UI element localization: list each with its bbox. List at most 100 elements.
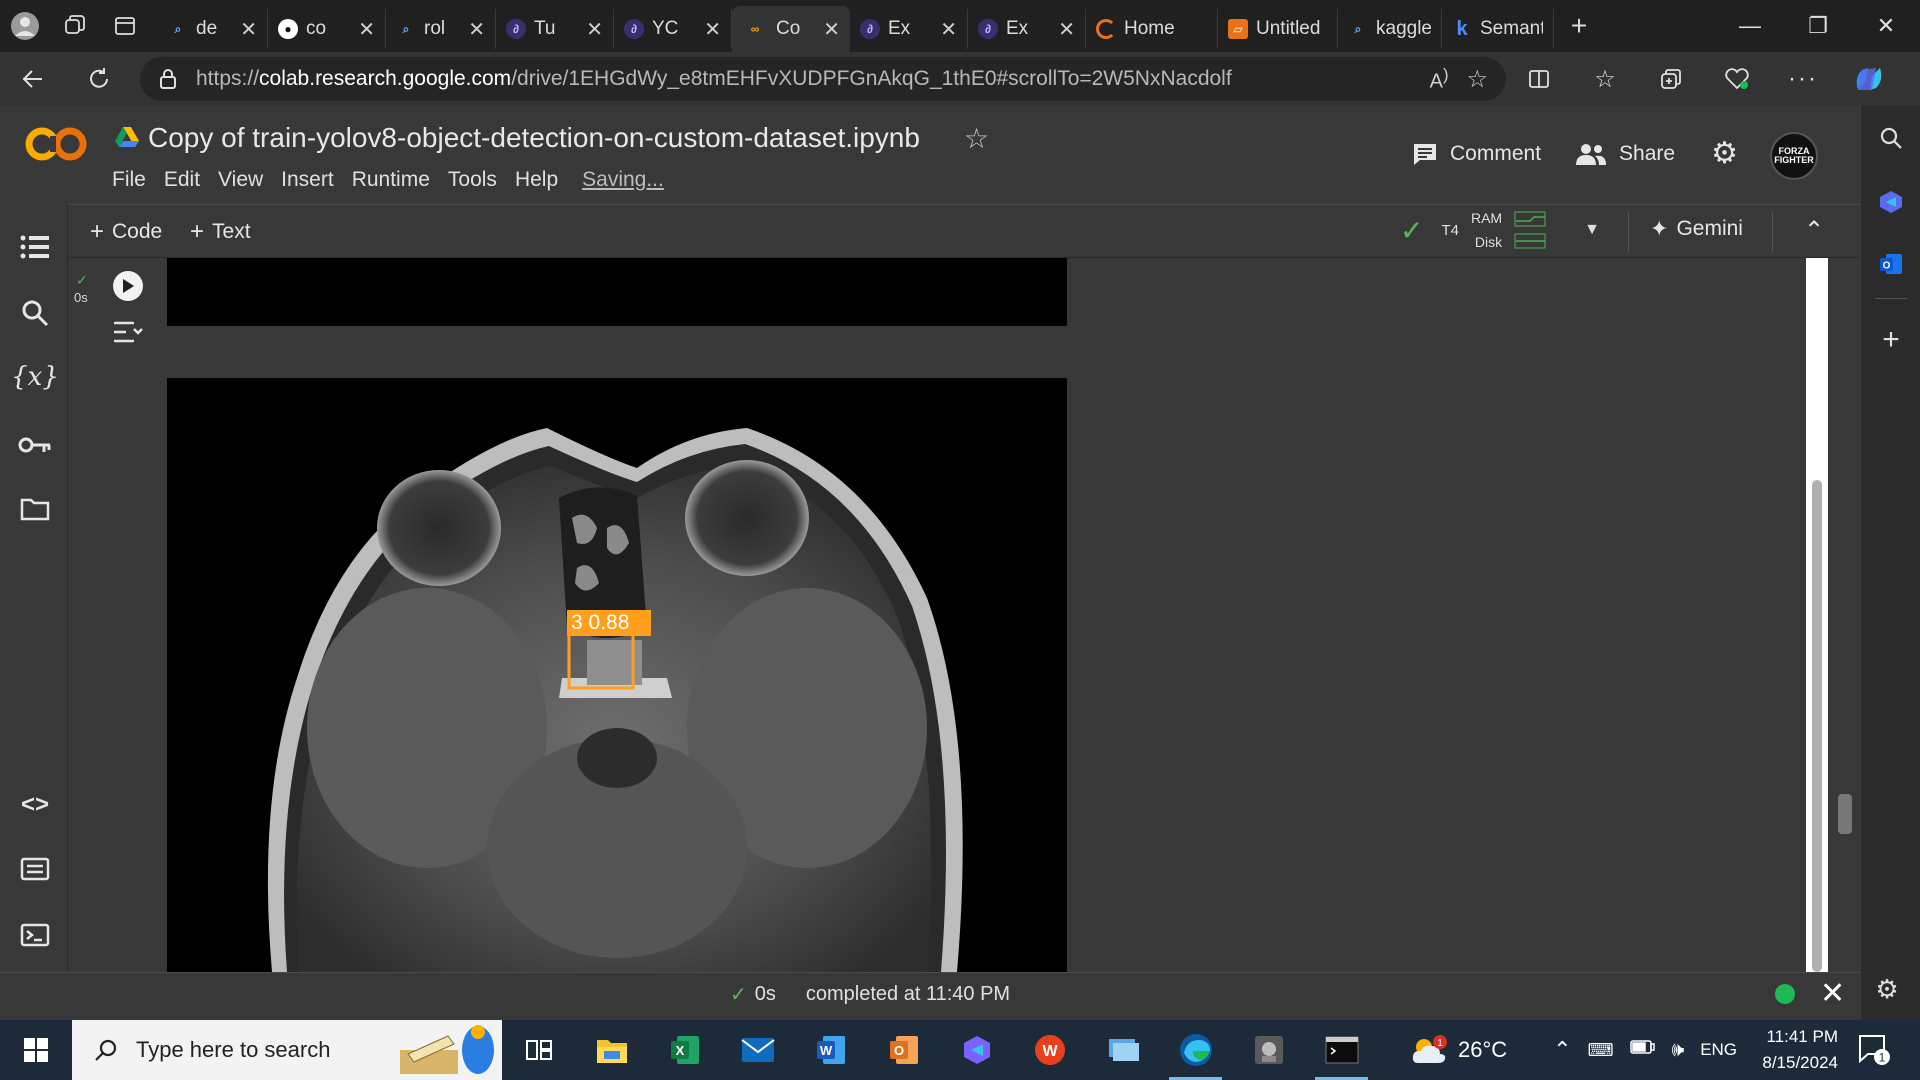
menu-view[interactable]: View — [218, 168, 263, 192]
split-screen-icon[interactable] — [1506, 52, 1572, 106]
connection-status-dot[interactable] — [1775, 984, 1795, 1004]
tab-10[interactable]: ▱ Untitled — [1218, 9, 1338, 49]
new-tab-icon[interactable]: + — [1554, 0, 1604, 52]
word-icon[interactable]: W — [794, 1020, 867, 1080]
show-hidden-icons-chevron-icon[interactable]: ⌃ — [1553, 1037, 1571, 1063]
runtime-status[interactable]: ✓ T4 RAM Disk ▼ — [1400, 206, 1600, 254]
close-tab-icon[interactable]: ✕ — [468, 17, 485, 42]
menu-file[interactable]: File — [112, 168, 146, 192]
collections-icon[interactable] — [1638, 52, 1704, 106]
user-avatar[interactable]: FORZA FIGHTER — [1770, 132, 1818, 180]
remote-desktop-icon[interactable] — [1086, 1020, 1159, 1080]
edge-browser-icon[interactable] — [1159, 1020, 1232, 1080]
command-palette-icon[interactable] — [18, 852, 52, 886]
command-prompt-icon[interactable] — [1305, 1020, 1378, 1080]
tab-8[interactable]: ∂ Ex ✕ — [968, 9, 1086, 49]
variables-icon[interactable]: {x} — [11, 360, 59, 394]
sidebar-search-icon[interactable] — [1875, 122, 1907, 154]
refresh-button[interactable] — [66, 52, 132, 106]
search-icon[interactable] — [18, 296, 52, 330]
taskbar-clock[interactable]: 11:41 PM 8/15/2024 — [1738, 1024, 1838, 1076]
close-tab-icon[interactable]: ✕ — [1058, 17, 1075, 42]
profile-icon[interactable] — [0, 0, 50, 52]
mail-icon[interactable] — [721, 1020, 794, 1080]
restore-icon[interactable]: ❐ — [1784, 0, 1852, 52]
volume-icon[interactable]: 🕪 — [1672, 1039, 1685, 1062]
close-tab-icon[interactable]: ✕ — [940, 17, 957, 42]
file-explorer-icon[interactable] — [575, 1020, 648, 1080]
notebook-title[interactable]: Copy of train-yolov8-object-detection-on… — [148, 122, 920, 154]
tab-3[interactable]: ⌕ rol ✕ — [386, 9, 496, 49]
menu-insert[interactable]: Insert — [281, 168, 334, 192]
gemini-button[interactable]: ✦ Gemini — [1650, 216, 1743, 242]
minimize-icon[interactable]: — — [1716, 0, 1784, 52]
favorite-star-icon[interactable]: ☆ — [1466, 65, 1488, 94]
menu-help[interactable]: Help — [515, 168, 558, 192]
outlook-icon[interactable]: O — [1875, 248, 1907, 280]
secrets-key-icon[interactable] — [18, 428, 52, 462]
collapse-header-icon[interactable]: ⌃ — [1804, 216, 1824, 245]
terminal-icon[interactable] — [18, 918, 52, 952]
url-text[interactable]: https://colab.research.google.com/drive/… — [196, 67, 1412, 91]
tab-2[interactable]: ● co ✕ — [268, 9, 386, 49]
share-button[interactable]: Share — [1575, 142, 1675, 166]
back-button[interactable] — [0, 52, 66, 106]
notebook-scrollbar-thumb[interactable] — [1812, 480, 1822, 972]
tab-6-active[interactable]: ∞ Co ✕ — [732, 6, 850, 52]
colab-logo[interactable] — [24, 124, 90, 164]
close-tab-icon[interactable]: ✕ — [240, 17, 257, 42]
workspaces-icon[interactable] — [50, 0, 100, 52]
copilot-sidebar-icon[interactable] — [1875, 186, 1907, 218]
outlook-taskbar-icon[interactable]: O — [867, 1020, 940, 1080]
close-tab-icon[interactable]: ✕ — [586, 17, 603, 42]
runtime-dropdown-icon[interactable]: ▼ — [1584, 221, 1600, 239]
menu-runtime[interactable]: Runtime — [352, 168, 430, 192]
close-tab-icon[interactable]: ✕ — [823, 17, 840, 42]
add-code-button[interactable]: + Code — [90, 218, 162, 246]
windows-start-icon[interactable] — [0, 1020, 72, 1080]
tab-1[interactable]: ⌕ de ✕ — [158, 9, 268, 49]
settings-gear-icon[interactable]: ⚙ — [1711, 136, 1738, 171]
run-cell-button[interactable] — [113, 271, 143, 301]
close-tab-icon[interactable]: ✕ — [704, 17, 721, 42]
saving-status[interactable]: Saving... — [582, 168, 664, 192]
address-bar[interactable]: https://colab.research.google.com/drive/… — [140, 57, 1506, 101]
task-view-icon[interactable] — [502, 1020, 575, 1080]
tab-12[interactable]: k Semant — [1442, 9, 1554, 49]
execution-status[interactable]: ✓ 0s completed at 11:40 PM — [730, 982, 1010, 1007]
copilot-icon[interactable] — [1836, 52, 1902, 106]
close-tab-icon[interactable]: ✕ — [358, 17, 375, 42]
tab-actions-icon[interactable] — [100, 0, 150, 52]
wps-office-icon[interactable]: W — [1013, 1020, 1086, 1080]
touch-keyboard-icon[interactable]: ⌨ — [1588, 1040, 1614, 1061]
table-of-contents-icon[interactable] — [18, 230, 52, 264]
star-notebook-icon[interactable]: ☆ — [964, 122, 989, 155]
app-window-icon[interactable] — [1232, 1020, 1305, 1080]
menu-edit[interactable]: Edit — [164, 168, 200, 192]
lock-icon[interactable] — [158, 68, 178, 90]
battery-icon[interactable] — [1629, 1038, 1656, 1062]
files-folder-icon[interactable] — [18, 492, 52, 526]
google-drive-icon[interactable] — [114, 126, 140, 148]
add-sidebar-app-icon[interactable]: + — [1875, 323, 1907, 356]
code-snippets-icon[interactable]: <> — [18, 788, 52, 822]
tab-4[interactable]: ∂ Tu ✕ — [496, 9, 614, 49]
menu-tools[interactable]: Tools — [448, 168, 497, 192]
more-menu-icon[interactable]: ··· — [1770, 52, 1836, 106]
weather-widget[interactable]: 1 26°C — [1410, 1035, 1507, 1065]
tab-5[interactable]: ∂ YC ✕ — [614, 9, 732, 49]
tab-7[interactable]: ∂ Ex ✕ — [850, 9, 968, 49]
output-options-icon[interactable] — [112, 318, 144, 351]
taskbar-search-box[interactable]: Type here to search — [72, 1020, 502, 1080]
favorites-icon[interactable]: ☆ — [1572, 52, 1638, 106]
copilot-taskbar-icon[interactable] — [940, 1020, 1013, 1080]
comment-button[interactable]: Comment — [1412, 142, 1541, 166]
notification-center-icon[interactable]: 1 — [1858, 1034, 1892, 1071]
read-aloud-icon[interactable]: A) — [1430, 65, 1449, 94]
input-language[interactable]: ENG — [1700, 1040, 1737, 1060]
minimap-scroll-thumb[interactable] — [1838, 794, 1852, 834]
tab-9[interactable]: Home — [1086, 9, 1218, 49]
close-status-icon[interactable]: ✕ — [1820, 976, 1845, 1011]
add-text-button[interactable]: + Text — [190, 218, 251, 246]
excel-icon[interactable]: X — [648, 1020, 721, 1080]
